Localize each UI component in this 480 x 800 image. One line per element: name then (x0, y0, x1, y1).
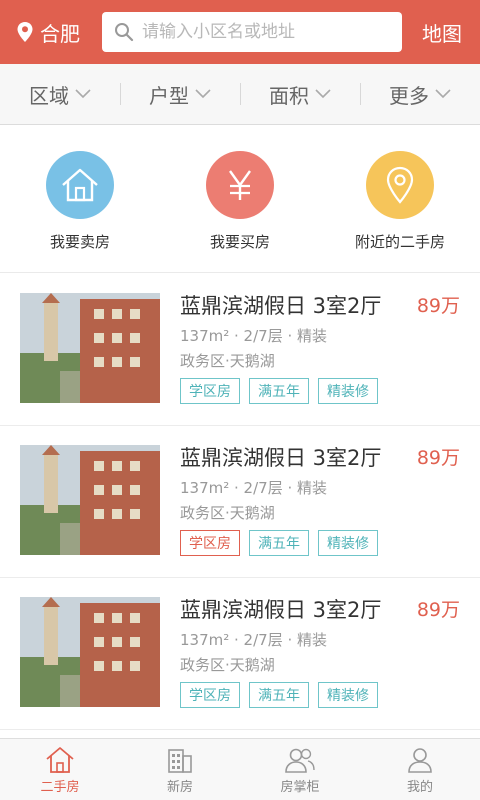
quick-action-label: 我要卖房 (49, 233, 110, 251)
listing-item[interactable]: 蓝鼎滨湖假日 3室2厅 89万 137m² · 2/7层 · 精装 政务区·天鹅… (0, 578, 480, 730)
search-input[interactable] (142, 22, 382, 42)
listing-price: 89万 (416, 295, 460, 317)
filter-label: 更多 (389, 83, 429, 108)
tag-school-district: 学区房 (180, 378, 240, 404)
listing-tags: 学区房 满五年 精装修 (180, 682, 387, 708)
filter-layout[interactable]: 户型 (120, 64, 240, 124)
quick-actions: 我要卖房 我要买房 附近的二手房 (0, 125, 480, 273)
city-name: 合肥 (40, 21, 80, 46)
tab-label: 我的 (406, 780, 433, 795)
filter-label: 面积 (269, 83, 309, 108)
tag-five-years: 满五年 (249, 682, 309, 708)
search-icon (115, 23, 134, 42)
tab-mine[interactable]: 我的 (360, 739, 480, 800)
tab-agent[interactable]: 房掌柜 (240, 739, 360, 800)
top-header: 合肥 地图 (0, 0, 480, 64)
listing-meta: 137m² · 2/7层 · 精装 (180, 479, 328, 497)
listing-tags: 学区房 满五年 精装修 (180, 530, 387, 556)
yen-icon (206, 151, 274, 219)
location-pin-icon (366, 151, 434, 219)
bottom-tab-bar: 二手房 新房 房掌柜 我的 (0, 738, 480, 800)
house-icon (46, 151, 114, 219)
buy-house-action[interactable]: 我要买房 (160, 151, 320, 252)
listing-price: 89万 (416, 599, 460, 621)
tag-fine-decoration: 精装修 (318, 530, 378, 556)
map-button[interactable]: 地图 (422, 0, 462, 64)
listing-meta: 137m² · 2/7层 · 精装 (180, 631, 328, 649)
filter-bar: 区域 户型 面积 更多 (0, 64, 480, 125)
filter-more[interactable]: 更多 (360, 64, 480, 124)
tab-new-house[interactable]: 新房 (120, 739, 240, 800)
search-box[interactable] (102, 12, 402, 52)
listing-title: 蓝鼎滨湖假日 3室2厅 (180, 598, 382, 622)
chevron-down-icon (195, 89, 211, 99)
people-icon (285, 748, 315, 773)
house-icon (46, 747, 74, 773)
sell-house-action[interactable]: 我要卖房 (0, 151, 160, 252)
listing-tags: 学区房 满五年 精装修 (180, 378, 387, 404)
tab-label: 新房 (166, 780, 193, 795)
listing-location: 政务区·天鹅湖 (180, 352, 275, 370)
tag-five-years: 满五年 (249, 530, 309, 556)
listing-photo (20, 293, 160, 403)
listing-item[interactable]: 蓝鼎滨湖假日 3室2厅 89万 137m² · 2/7层 · 精装 政务区·天鹅… (0, 274, 480, 426)
chevron-down-icon (435, 89, 451, 99)
listing-title: 蓝鼎滨湖假日 3室2厅 (180, 294, 382, 318)
listing-list: 蓝鼎滨湖假日 3室2厅 89万 137m² · 2/7层 · 精装 政务区·天鹅… (0, 274, 480, 730)
filter-label: 户型 (149, 83, 189, 108)
filter-label: 区域 (29, 83, 69, 108)
listing-photo (20, 597, 160, 707)
nearby-houses-action[interactable]: 附近的二手房 (320, 151, 480, 252)
user-icon (408, 748, 432, 773)
location-pin-icon (17, 22, 33, 42)
quick-action-label: 附近的二手房 (354, 233, 445, 251)
listing-meta: 137m² · 2/7层 · 精装 (180, 327, 328, 345)
tag-fine-decoration: 精装修 (318, 378, 378, 404)
tab-label: 房掌柜 (280, 780, 320, 795)
listing-location: 政务区·天鹅湖 (180, 656, 275, 674)
tab-second-hand[interactable]: 二手房 (0, 739, 120, 800)
building-icon (168, 749, 192, 773)
tag-fine-decoration: 精装修 (318, 682, 378, 708)
chevron-down-icon (75, 89, 91, 99)
listing-photo (20, 445, 160, 555)
filter-size[interactable]: 面积 (240, 64, 360, 124)
filter-area[interactable]: 区域 (0, 64, 120, 124)
tag-school-district: 学区房 (180, 682, 240, 708)
listing-title: 蓝鼎滨湖假日 3室2厅 (180, 446, 382, 470)
listing-price: 89万 (416, 447, 460, 469)
tag-five-years: 满五年 (249, 378, 309, 404)
quick-action-label: 我要买房 (209, 233, 270, 251)
listing-location: 政务区·天鹅湖 (180, 504, 275, 522)
city-selector[interactable]: 合肥 (16, 0, 80, 64)
tab-label: 二手房 (40, 780, 80, 795)
listing-item[interactable]: 蓝鼎滨湖假日 3室2厅 89万 137m² · 2/7层 · 精装 政务区·天鹅… (0, 426, 480, 578)
tag-school-district: 学区房 (180, 530, 240, 556)
chevron-down-icon (315, 89, 331, 99)
